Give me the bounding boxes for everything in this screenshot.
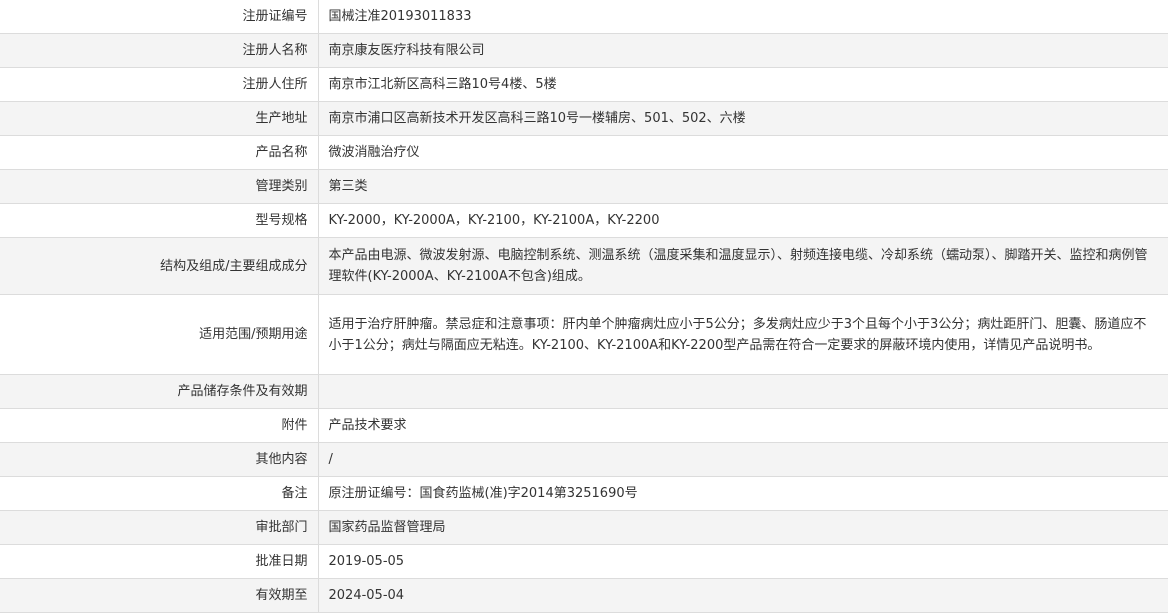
- row-remarks: 备注 原注册证编号：国食药监械(准)字2014第3251690号: [0, 476, 1168, 511]
- field-label: 产品名称: [0, 135, 319, 170]
- field-label: 适用范围/预期用途: [0, 294, 319, 375]
- field-value: 微波消融治疗仪: [317, 135, 1168, 170]
- row-registrant-name: 注册人名称 南京康友医疗科技有限公司: [0, 33, 1168, 68]
- field-label: 注册人名称: [0, 33, 319, 68]
- field-value: 产品技术要求: [317, 408, 1168, 443]
- field-value: 第三类: [317, 169, 1168, 204]
- field-value: 原注册证编号：国食药监械(准)字2014第3251690号: [317, 476, 1168, 511]
- field-label: 注册人住所: [0, 67, 319, 102]
- row-approval-department: 审批部门 国家药品监督管理局: [0, 510, 1168, 545]
- field-value: KY-2000，KY-2000A，KY-2100，KY-2100A，KY-220…: [317, 203, 1168, 238]
- field-value: [317, 374, 1168, 409]
- row-approval-date: 批准日期 2019-05-05: [0, 544, 1168, 579]
- registration-detail-table: 注册证编号 国械注准20193011833 注册人名称 南京康友医疗科技有限公司…: [0, 0, 1168, 613]
- field-label: 审批部门: [0, 510, 319, 545]
- field-value: 南京市江北新区高科三路10号4楼、5楼: [317, 67, 1168, 102]
- row-valid-until: 有效期至 2024-05-04: [0, 578, 1168, 613]
- row-model-spec: 型号规格 KY-2000，KY-2000A，KY-2100，KY-2100A，K…: [0, 203, 1168, 238]
- field-label: 结构及组成/主要组成成分: [0, 237, 319, 295]
- field-label: 型号规格: [0, 203, 319, 238]
- row-other-content: 其他内容 /: [0, 442, 1168, 477]
- field-value: 国械注准20193011833: [317, 0, 1168, 34]
- field-value: 本产品由电源、微波发射源、电脑控制系统、测温系统（温度采集和温度显示）、射频连接…: [317, 237, 1168, 295]
- field-label: 生产地址: [0, 101, 319, 136]
- field-label: 有效期至: [0, 578, 319, 613]
- row-storage-validity: 产品储存条件及有效期: [0, 374, 1168, 409]
- field-label: 注册证编号: [0, 0, 319, 34]
- field-label: 管理类别: [0, 169, 319, 204]
- row-registration-number: 注册证编号 国械注准20193011833: [0, 0, 1168, 34]
- field-value: /: [317, 442, 1168, 477]
- registration-detail-body: 注册证编号 国械注准20193011833 注册人名称 南京康友医疗科技有限公司…: [0, 0, 1168, 613]
- field-value: 国家药品监督管理局: [317, 510, 1168, 545]
- field-label: 其他内容: [0, 442, 319, 477]
- row-production-address: 生产地址 南京市浦口区高新技术开发区高科三路10号一楼辅房、501、502、六楼: [0, 101, 1168, 136]
- row-attachment: 附件 产品技术要求: [0, 408, 1168, 443]
- field-label: 备注: [0, 476, 319, 511]
- field-label: 产品储存条件及有效期: [0, 374, 319, 409]
- field-label: 附件: [0, 408, 319, 443]
- field-value: 适用于治疗肝肿瘤。禁忌症和注意事项：肝内单个肿瘤病灶应小于5公分；多发病灶应少于…: [317, 294, 1168, 375]
- row-intended-use: 适用范围/预期用途 适用于治疗肝肿瘤。禁忌症和注意事项：肝内单个肿瘤病灶应小于5…: [0, 294, 1168, 375]
- field-value: 南京市浦口区高新技术开发区高科三路10号一楼辅房、501、502、六楼: [317, 101, 1168, 136]
- field-value: 2019-05-05: [317, 544, 1168, 579]
- field-value: 2024-05-04: [317, 578, 1168, 613]
- row-product-name: 产品名称 微波消融治疗仪: [0, 135, 1168, 170]
- row-structure-composition: 结构及组成/主要组成成分 本产品由电源、微波发射源、电脑控制系统、测温系统（温度…: [0, 237, 1168, 295]
- row-registrant-address: 注册人住所 南京市江北新区高科三路10号4楼、5楼: [0, 67, 1168, 102]
- row-management-class: 管理类别 第三类: [0, 169, 1168, 204]
- field-label: 批准日期: [0, 544, 319, 579]
- field-value: 南京康友医疗科技有限公司: [317, 33, 1168, 68]
